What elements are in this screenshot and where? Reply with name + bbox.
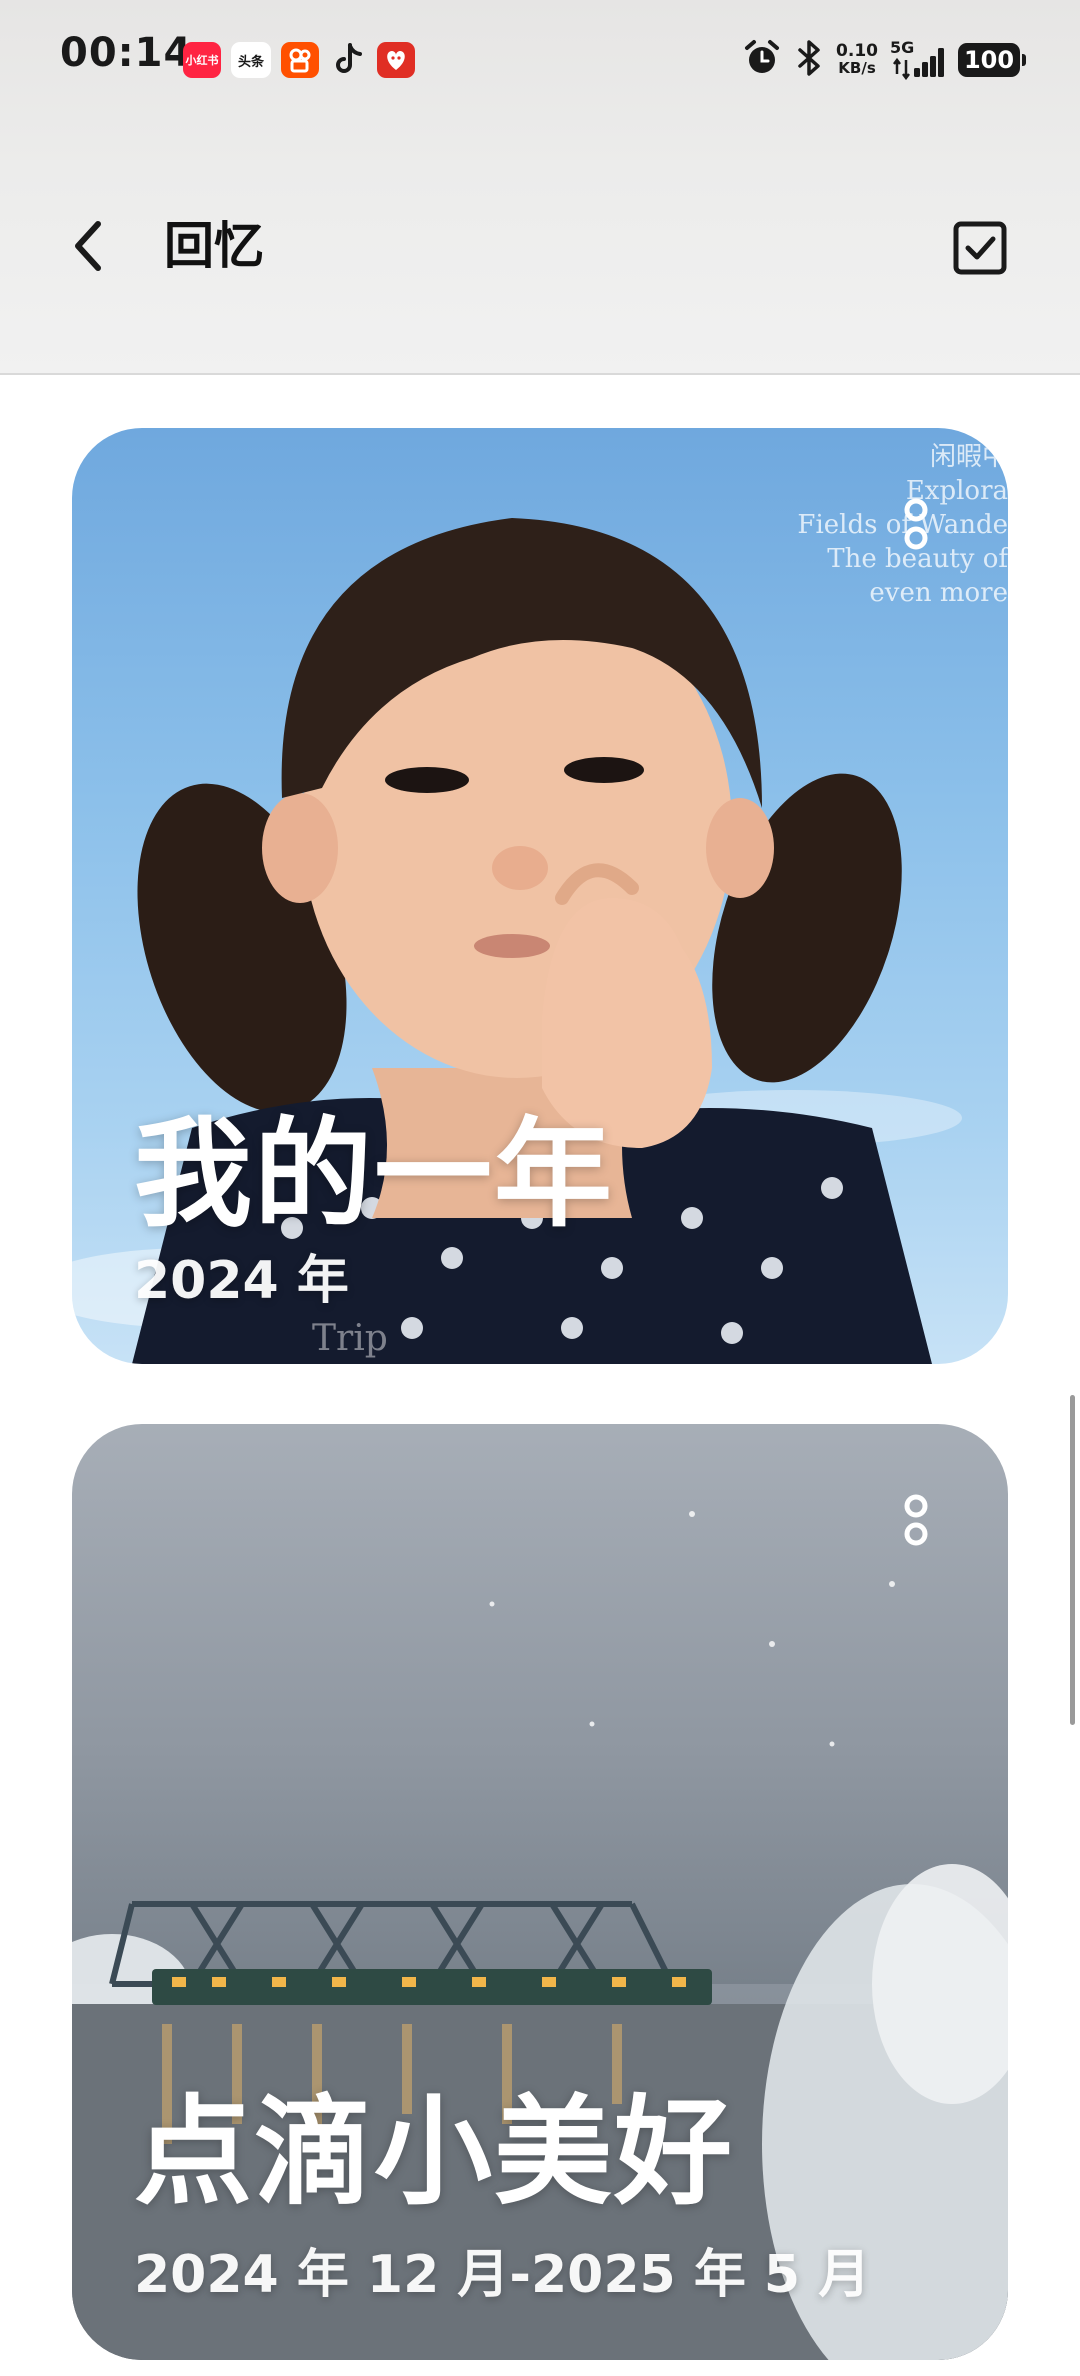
memory-date: 2024 年 12 月-2025 年 5 月 bbox=[134, 2245, 871, 2305]
toutiao-icon: 头条 bbox=[231, 42, 271, 78]
signal-indicator: 5G bbox=[890, 38, 946, 80]
memory-title: 我的一年 bbox=[134, 1105, 615, 1243]
back-button[interactable] bbox=[58, 214, 118, 278]
memory-card[interactable]: 闲暇中 Explora Fields of Wande The beauty o… bbox=[72, 428, 1008, 1364]
pinduoduo-icon bbox=[377, 42, 415, 78]
more-options-icon bbox=[904, 1494, 928, 1546]
select-mode-button[interactable] bbox=[952, 220, 1008, 276]
kuaishou-icon bbox=[281, 42, 319, 78]
scrollbar[interactable] bbox=[1070, 1395, 1075, 1725]
memory-date: 2024 年 bbox=[134, 1251, 349, 1311]
xiaohongshu-icon: 小红书 bbox=[183, 42, 221, 78]
card-more-button[interactable] bbox=[896, 496, 936, 556]
bluetooth-icon bbox=[794, 38, 824, 82]
status-bar: 00:14 小红书 头条 0.10 KB/s 5G 100 bbox=[0, 0, 1080, 120]
more-options-icon bbox=[904, 498, 928, 550]
card-more-button[interactable] bbox=[896, 1492, 936, 1552]
checkbox-icon bbox=[953, 221, 1007, 275]
chevron-left-icon bbox=[75, 221, 101, 271]
notification-icons: 小红书 头条 bbox=[183, 40, 415, 80]
status-time: 00:14 bbox=[60, 30, 193, 76]
battery-indicator: 100 bbox=[958, 43, 1026, 77]
title-bar: 回忆 bbox=[0, 180, 1080, 320]
douyin-icon bbox=[329, 42, 367, 78]
alarm-icon bbox=[742, 38, 782, 82]
cover-watermark-bottom: Trip bbox=[312, 1318, 388, 1359]
signal-bars-icon bbox=[893, 48, 944, 80]
page-title: 回忆 bbox=[164, 217, 264, 275]
status-indicators: 0.10 KB/s 5G 100 bbox=[742, 38, 1026, 82]
cover-watermark: 闲暇中 Explora Fields of Wande The beauty o… bbox=[797, 442, 1008, 608]
memory-title: 点滴小美好 bbox=[134, 2083, 735, 2221]
network-speed: 0.10 KB/s bbox=[836, 41, 878, 77]
memory-card[interactable]: 点滴小美好 2024 年 12 月-2025 年 5 月 bbox=[72, 1424, 1008, 2360]
top-area: 00:14 小红书 头条 0.10 KB/s 5G 100 回忆 bbox=[0, 0, 1080, 375]
